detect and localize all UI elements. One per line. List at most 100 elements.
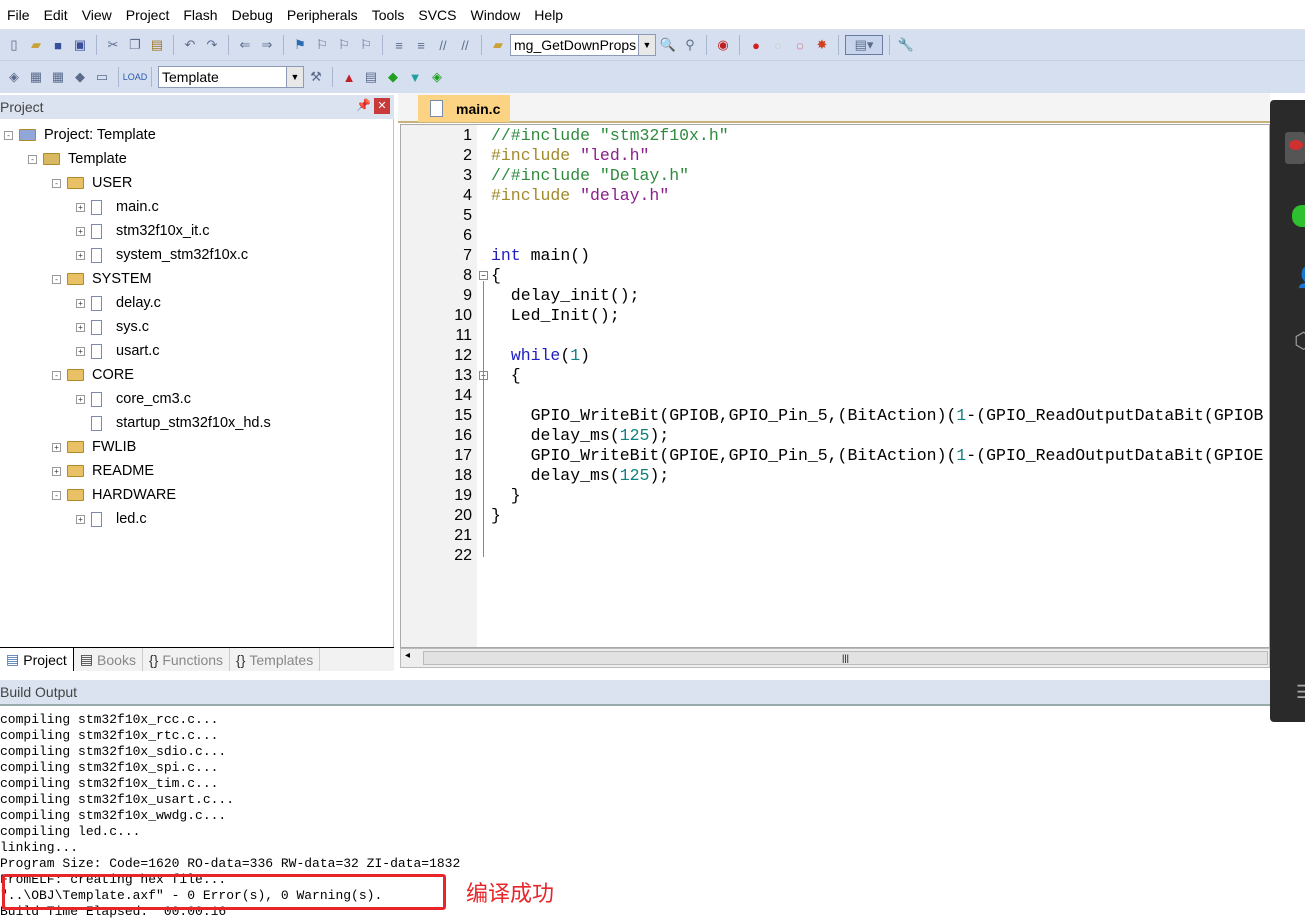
menu-debug[interactable]: Debug: [225, 7, 280, 23]
stop-build-icon[interactable]: ▭: [92, 67, 112, 87]
expand-icon[interactable]: +: [52, 442, 61, 452]
expand-icon[interactable]: +: [76, 298, 85, 308]
find-in-files-icon[interactable]: ▰: [488, 35, 508, 55]
tree-item[interactable]: + main.c: [76, 196, 159, 218]
menu-window[interactable]: Window: [464, 7, 528, 23]
menu-help[interactable]: Help: [527, 7, 570, 23]
menu-file[interactable]: File: [0, 7, 37, 23]
expand-icon[interactable]: +: [76, 250, 85, 260]
cut-icon[interactable]: ✂: [103, 35, 123, 55]
box-icon[interactable]: ⬡: [1294, 328, 1305, 354]
tree-item[interactable]: + README: [52, 460, 154, 482]
tree-item[interactable]: + delay.c: [76, 292, 161, 314]
new-file-icon[interactable]: ▯: [4, 35, 24, 55]
save-icon[interactable]: ■: [48, 35, 68, 55]
horizontal-scrollbar[interactable]: ◂ |||: [400, 648, 1270, 668]
expand-icon[interactable]: +: [76, 394, 85, 404]
menu-peripherals[interactable]: Peripherals: [280, 7, 365, 23]
find-icon[interactable]: 🔍: [658, 35, 678, 55]
undo-icon[interactable]: ↶: [180, 35, 200, 55]
chevron-down-icon[interactable]: ▼: [286, 67, 303, 87]
rebuild-icon[interactable]: ▦: [48, 67, 68, 87]
fold-toggle-icon[interactable]: −: [479, 271, 488, 280]
redo-icon[interactable]: ↷: [202, 35, 222, 55]
chat-icon[interactable]: [1292, 205, 1305, 227]
tree-item[interactable]: + stm32f10x_it.c: [76, 220, 210, 242]
target-combo[interactable]: Template ▼: [158, 66, 304, 88]
expand-icon[interactable]: +: [52, 466, 61, 476]
pack-installer-icon[interactable]: ◈: [427, 67, 447, 87]
incremental-find-icon[interactable]: ⚲: [680, 35, 700, 55]
tree-item[interactable]: startup_stm32f10x_hd.s: [76, 412, 271, 434]
tab-books[interactable]: ▤ Books: [74, 648, 143, 671]
batch-build-icon[interactable]: ◆: [70, 67, 90, 87]
bookmark-next-icon[interactable]: ⚐: [334, 35, 354, 55]
tab-project[interactable]: ▤ Project: [0, 648, 74, 671]
menu-view[interactable]: View: [75, 7, 119, 23]
menu-tools[interactable]: Tools: [365, 7, 412, 23]
tree-item[interactable]: + core_cm3.c: [76, 388, 191, 410]
nav-back-icon[interactable]: ⇐: [235, 35, 255, 55]
contacts-icon[interactable]: 👤: [1296, 265, 1305, 290]
tree-item[interactable]: + sys.c: [76, 316, 149, 338]
menu-icon[interactable]: ☰: [1296, 682, 1305, 703]
menu-flash[interactable]: Flash: [176, 7, 224, 23]
menu-project[interactable]: Project: [119, 7, 177, 23]
save-all-icon[interactable]: ▣: [70, 35, 90, 55]
expand-icon[interactable]: +: [76, 514, 85, 524]
download-icon[interactable]: LOAD: [123, 67, 148, 87]
scroll-left-icon[interactable]: ◂: [405, 650, 410, 661]
bookmark-clear-icon[interactable]: ⚐: [356, 35, 376, 55]
debug-session-icon[interactable]: ◉: [713, 35, 733, 55]
tree-item[interactable]: + usart.c: [76, 340, 160, 362]
window-layout-icon[interactable]: ▤▾: [845, 35, 883, 55]
tree-item[interactable]: - CORE: [52, 364, 134, 386]
tab-main-c[interactable]: main.c: [418, 95, 510, 122]
comment-icon[interactable]: //: [433, 35, 453, 55]
tab-functions[interactable]: {} Functions: [143, 648, 231, 671]
tree-item[interactable]: - Template: [28, 148, 127, 170]
breakpoint-disable-icon[interactable]: ○: [768, 35, 788, 55]
target-options-icon[interactable]: ⚒: [306, 67, 326, 87]
collapse-icon[interactable]: -: [4, 130, 13, 140]
collapse-icon[interactable]: -: [52, 178, 61, 188]
find-combo[interactable]: mg_GetDownProps ▼: [510, 34, 656, 56]
copy-icon[interactable]: ❐: [125, 35, 145, 55]
tree-item[interactable]: - SYSTEM: [52, 268, 152, 290]
open-icon[interactable]: ▰: [26, 35, 46, 55]
indent-icon[interactable]: ≡: [389, 35, 409, 55]
pin-icon[interactable]: 📌: [356, 98, 371, 112]
unindent-icon[interactable]: ≡: [411, 35, 431, 55]
tree-item[interactable]: - HARDWARE: [52, 484, 176, 506]
collapse-icon[interactable]: -: [52, 370, 61, 380]
build-icon[interactable]: ▦: [26, 67, 46, 87]
collapse-icon[interactable]: -: [52, 490, 61, 500]
translate-icon[interactable]: ◈: [4, 67, 24, 87]
bookmark-prev-icon[interactable]: ⚐: [312, 35, 332, 55]
manage-rte-icon[interactable]: ◆: [383, 67, 403, 87]
tab-templates[interactable]: {} Templates: [230, 648, 321, 671]
breakpoint-disable-all-icon[interactable]: ◌: [790, 35, 810, 55]
menu-edit[interactable]: Edit: [37, 7, 75, 23]
breakpoint-kill-all-icon[interactable]: ✸: [812, 35, 832, 55]
scrollbar-thumb[interactable]: |||: [423, 651, 1268, 665]
tree-item[interactable]: + FWLIB: [52, 436, 136, 458]
configure-icon[interactable]: 🔧: [896, 35, 916, 55]
tree-item[interactable]: - USER: [52, 172, 132, 194]
expand-icon[interactable]: +: [76, 346, 85, 356]
app-icon[interactable]: [1285, 132, 1305, 164]
tree-item[interactable]: + led.c: [76, 508, 147, 530]
menu-svcs[interactable]: SVCS: [411, 7, 463, 23]
tree-item[interactable]: + system_stm32f10x.c: [76, 244, 248, 266]
expand-icon[interactable]: +: [76, 322, 85, 332]
file-extensions-icon[interactable]: ▤: [361, 67, 381, 87]
paste-icon[interactable]: ▤: [147, 35, 167, 55]
bookmark-icon[interactable]: ⚑: [290, 35, 310, 55]
code-editor[interactable]: 1 2 3 4 5 6 7 8 9 10 11 12 13 14 15 16 17 18 19 20 21 22 //#i…: [400, 124, 1270, 648]
manage-components-icon[interactable]: ▲: [339, 67, 359, 87]
tree-item[interactable]: - Project: Template: [4, 124, 156, 146]
breakpoint-icon[interactable]: ●: [746, 35, 766, 55]
collapse-icon[interactable]: -: [52, 274, 61, 284]
nav-forward-icon[interactable]: ⇒: [257, 35, 277, 55]
select-packs-icon[interactable]: ▼: [405, 67, 425, 87]
